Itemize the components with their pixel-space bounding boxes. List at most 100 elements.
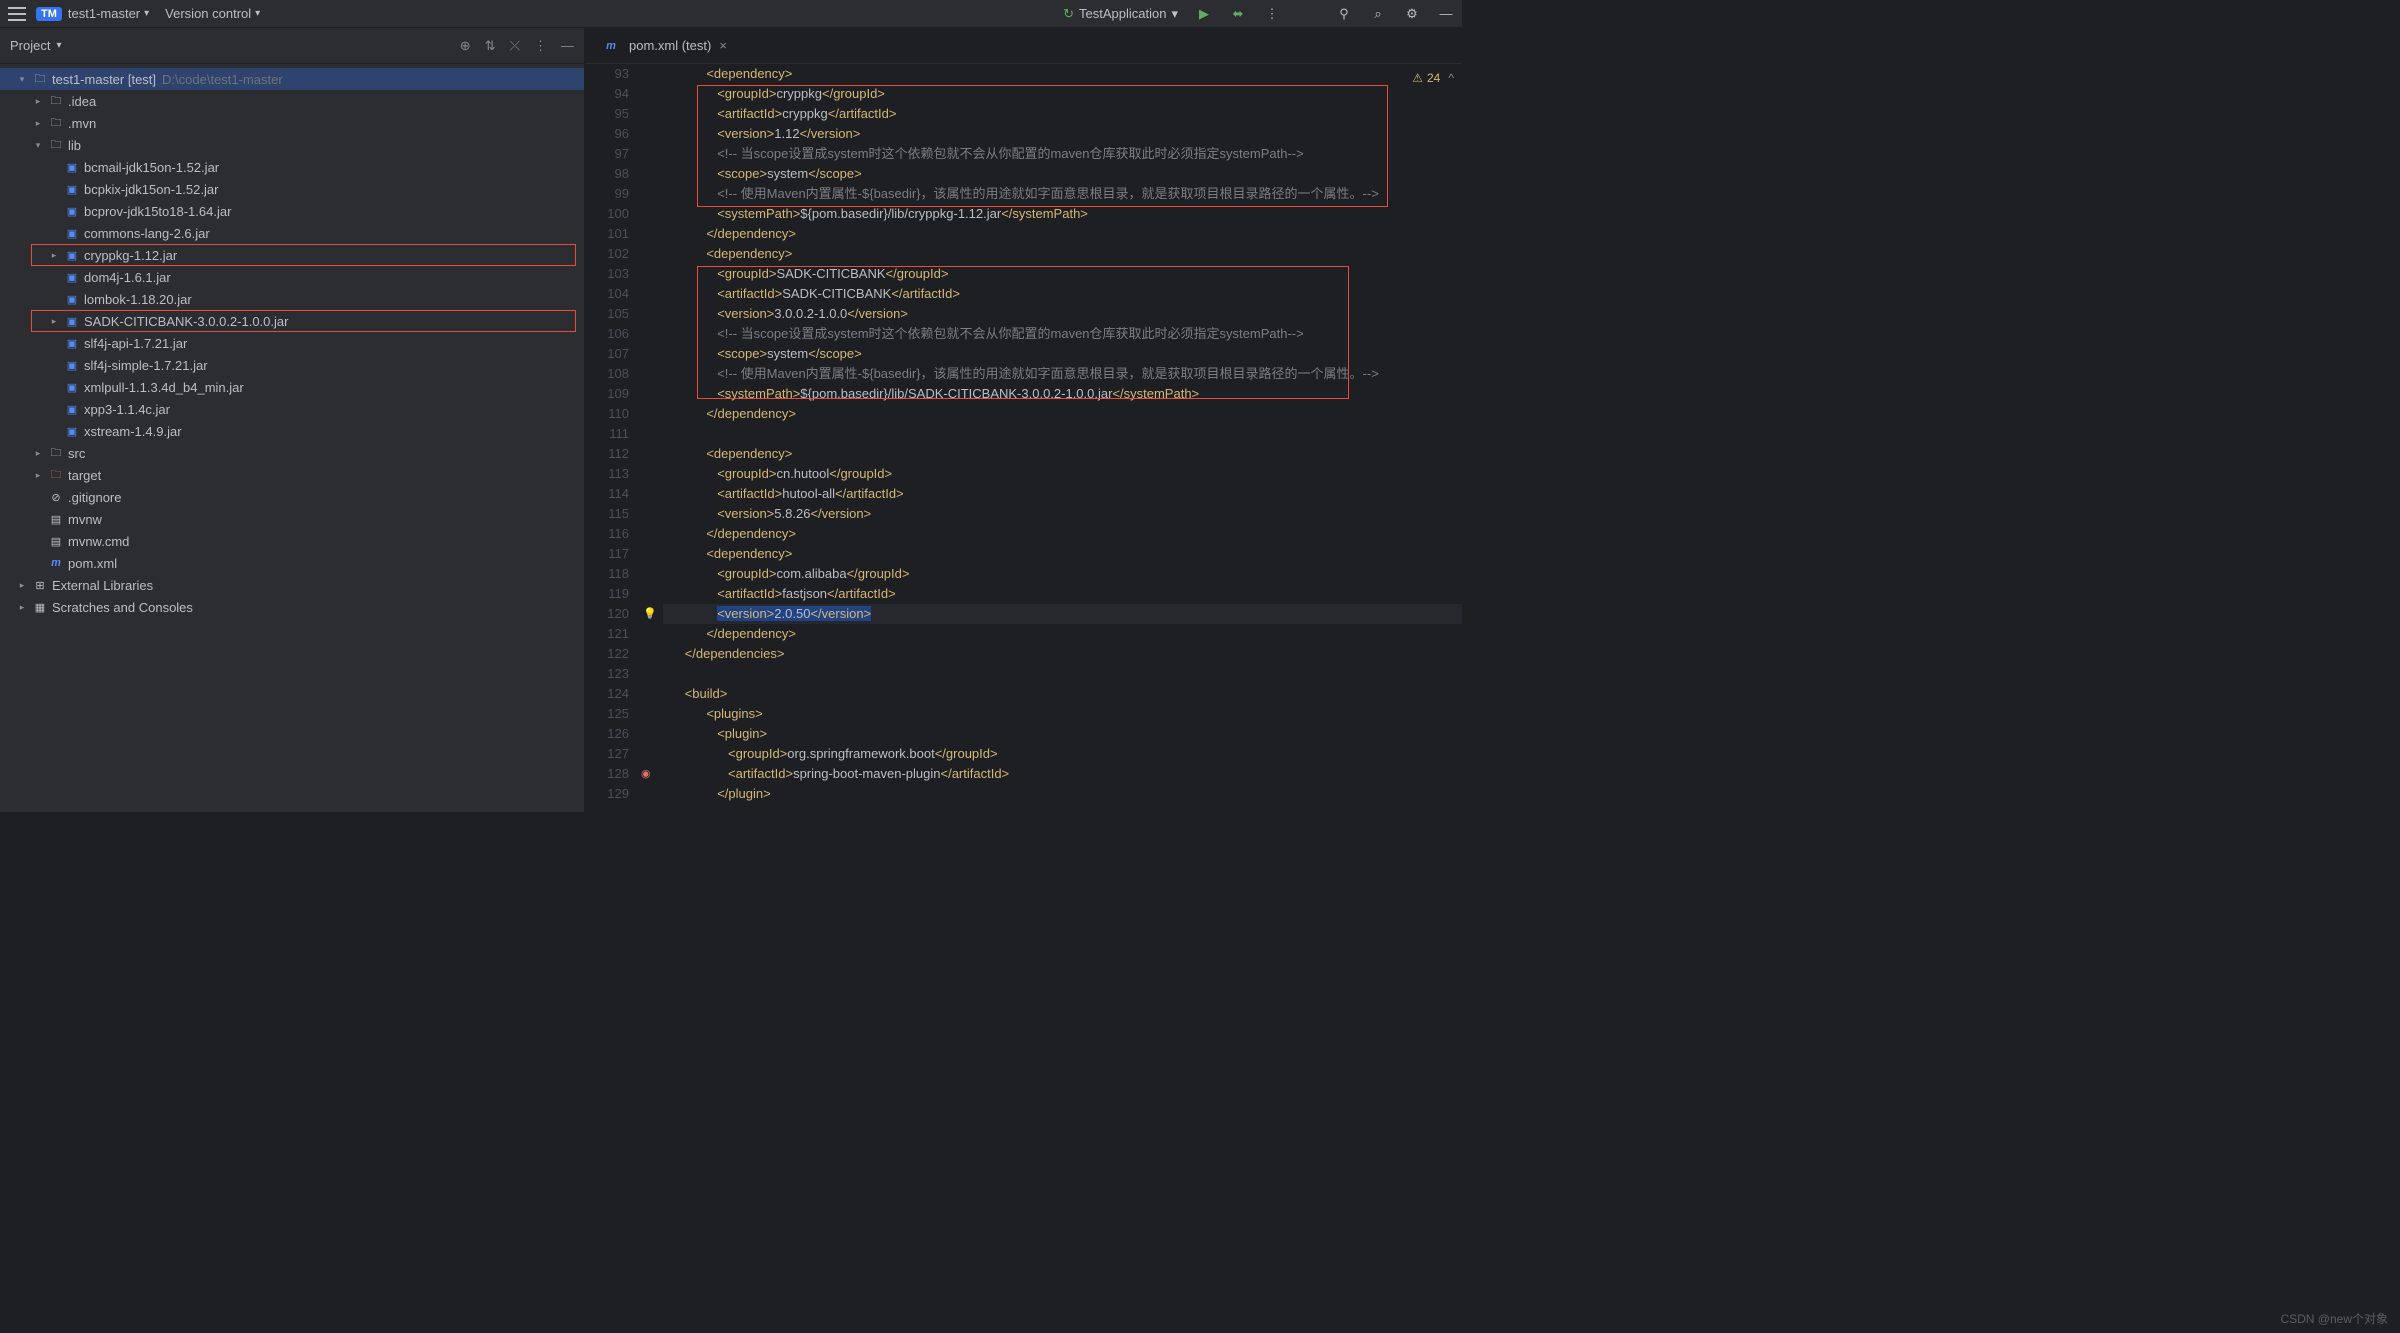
tree-file[interactable]: ▸mpom.xml (0, 552, 584, 574)
code-line[interactable]: <!-- 当scope设置成system时这个依赖包就不会从你配置的maven仓… (663, 144, 1462, 164)
more-icon[interactable]: ⋮ (1264, 6, 1280, 22)
code-line[interactable]: <groupId>SADK-CITICBANK</groupId> (663, 264, 1462, 284)
tree-file[interactable]: ▸▣cryppkg-1.12.jar (0, 244, 584, 266)
jar-icon: ▣ (64, 335, 80, 351)
select-opened-icon[interactable]: ⊕ (460, 38, 471, 54)
run-icon[interactable]: ▶ (1196, 6, 1212, 22)
tree-file[interactable]: ▸▣xpp3-1.1.4c.jar (0, 398, 584, 420)
tree-arrow-icon[interactable]: ▸ (16, 602, 28, 613)
tree-arrow-icon[interactable]: ▸ (32, 448, 44, 459)
tree-file[interactable]: ▸▣slf4j-simple-1.7.21.jar (0, 354, 584, 376)
vcs-selector[interactable]: Version control▾ (165, 6, 260, 21)
code-line[interactable]: <plugins> (663, 704, 1462, 724)
tree-file[interactable]: ▸▣xmlpull-1.1.3.4d_b4_min.jar (0, 376, 584, 398)
tree-file[interactable]: ▸▣lombok-1.18.20.jar (0, 288, 584, 310)
code-line[interactable]: </dependency> (663, 524, 1462, 544)
code-line[interactable]: <groupId>cryppkg</groupId> (663, 84, 1462, 104)
maven-icon: m (603, 38, 619, 54)
minimize-icon[interactable]: — (1438, 6, 1454, 22)
tree-folder[interactable]: ▾🗀test1-master [test]D:\code\test1-maste… (0, 68, 584, 90)
tree-file[interactable]: ▸▣dom4j-1.6.1.jar (0, 266, 584, 288)
tree-arrow-icon[interactable]: ▸ (32, 470, 44, 481)
code-line[interactable]: <artifactId>fastjson</artifactId> (663, 584, 1462, 604)
code-line[interactable]: <artifactId>cryppkg</artifactId> (663, 104, 1462, 124)
tree-arrow-icon[interactable]: ▸ (32, 118, 44, 129)
tree-arrow-icon[interactable]: ▸ (32, 96, 44, 107)
code-line[interactable]: <groupId>cn.hutool</groupId> (663, 464, 1462, 484)
code-line[interactable]: <version>3.0.0.2-1.0.0</version> (663, 304, 1462, 324)
tree-file[interactable]: ▸▣bcmail-jdk15on-1.52.jar (0, 156, 584, 178)
hide-icon[interactable]: — (561, 38, 574, 54)
gutter-marker-icon[interactable]: ◉ (641, 764, 651, 784)
code-line[interactable]: <dependency> (663, 544, 1462, 564)
tree-file[interactable]: ▸▤mvnw.cmd (0, 530, 584, 552)
code-line[interactable]: <dependency> (663, 64, 1462, 84)
code-line[interactable]: <plugin> (663, 724, 1462, 744)
code-line[interactable]: <dependency> (663, 244, 1462, 264)
code-line[interactable]: <version>1.12</version> (663, 124, 1462, 144)
code-line[interactable]: <version>5.8.26</version> (663, 504, 1462, 524)
code-line[interactable] (663, 664, 1462, 684)
options-icon[interactable]: ⋮ (534, 38, 547, 54)
editor-area: m pom.xml (test) × 939495969798991001011… (585, 28, 1462, 812)
code-with-me-icon[interactable]: ⚲ (1336, 6, 1352, 22)
tree-file[interactable]: ▸▣bcpkix-jdk15on-1.52.jar (0, 178, 584, 200)
code-line[interactable]: <!-- 使用Maven内置属性-${basedir}，该属性的用途就如字面意思… (663, 184, 1462, 204)
tree-file[interactable]: ▸▣bcprov-jdk15to18-1.64.jar (0, 200, 584, 222)
tree-folder[interactable]: ▸🗀src (0, 442, 584, 464)
tree-folder[interactable]: ▾🗀lib (0, 134, 584, 156)
debug-icon[interactable]: ⬌ (1230, 6, 1246, 22)
code-line[interactable]: <build> (663, 684, 1462, 704)
code-line[interactable]: </dependency> (663, 224, 1462, 244)
code-line[interactable]: <artifactId>hutool-all</artifactId> (663, 484, 1462, 504)
code-content[interactable]: <dependency> <groupId>cryppkg</groupId> … (663, 64, 1462, 812)
menu-icon[interactable] (8, 7, 26, 21)
code-line[interactable]: </dependency> (663, 624, 1462, 644)
code-line[interactable]: <systemPath>${pom.basedir}/lib/SADK-CITI… (663, 384, 1462, 404)
code-line[interactable]: </dependency> (663, 404, 1462, 424)
tree-arrow-icon[interactable]: ▾ (32, 140, 44, 151)
project-selector[interactable]: test1-master▾ (68, 6, 149, 21)
project-tree[interactable]: ▾🗀test1-master [test]D:\code\test1-maste… (0, 64, 584, 812)
code-line[interactable]: <systemPath>${pom.basedir}/lib/cryppkg-1… (663, 204, 1462, 224)
code-line[interactable]: <groupId>org.springframework.boot</group… (663, 744, 1462, 764)
tree-arrow-icon[interactable]: ▾ (16, 74, 28, 85)
collapse-icon[interactable]: ⤫ (510, 38, 520, 54)
tree-file[interactable]: ▸▣SADK-CITICBANK-3.0.0.2-1.0.0.jar (0, 310, 584, 332)
tree-file[interactable]: ▸▣slf4j-api-1.7.21.jar (0, 332, 584, 354)
settings-icon[interactable]: ⚙ (1404, 6, 1420, 22)
warnings-badge[interactable]: ⚠ 24 ^ (1412, 68, 1454, 88)
tree-file[interactable]: ▸▣xstream-1.4.9.jar (0, 420, 584, 442)
tree-arrow-icon[interactable]: ▸ (16, 580, 28, 591)
tree-folder[interactable]: ▸🗀.idea (0, 90, 584, 112)
code-line[interactable]: </plugin> (663, 784, 1462, 804)
tree-folder[interactable]: ▸🗀target (0, 464, 584, 486)
intention-bulb-icon[interactable]: 💡 (643, 604, 657, 624)
chevron-down-icon[interactable]: ▾ (56, 40, 61, 51)
code-line[interactable]: <!-- 使用Maven内置属性-${basedir}，该属性的用途就如字面意思… (663, 364, 1462, 384)
editor-body[interactable]: 9394959697989910010110210310410510610710… (585, 64, 1462, 812)
code-line[interactable]: <!-- 当scope设置成system时这个依赖包就不会从你配置的maven仓… (663, 324, 1462, 344)
tree-file[interactable]: ▸▣commons-lang-2.6.jar (0, 222, 584, 244)
search-icon[interactable]: ⌕ (1370, 6, 1386, 22)
code-line[interactable]: <scope>system</scope> (663, 344, 1462, 364)
run-config[interactable]: ↻ TestApplication ▾ (1063, 6, 1178, 22)
tree-folder[interactable]: ▸🗀.mvn (0, 112, 584, 134)
editor-tab[interactable]: m pom.xml (test) × (591, 28, 735, 63)
code-line[interactable]: <scope>system</scope> (663, 164, 1462, 184)
tree-file[interactable]: ▸▦Scratches and Consoles (0, 596, 584, 618)
close-icon[interactable]: × (719, 38, 727, 53)
code-line[interactable]: </dependencies> (663, 644, 1462, 664)
expand-icon[interactable]: ⇅ (485, 38, 496, 54)
tree-file[interactable]: ▸⊘.gitignore (0, 486, 584, 508)
code-line[interactable] (663, 424, 1462, 444)
tree-file[interactable]: ▸⊞External Libraries (0, 574, 584, 596)
code-line[interactable]: <version>2.0.50</version> (663, 604, 1462, 624)
tree-file[interactable]: ▸▤mvnw (0, 508, 584, 530)
tree-arrow-icon[interactable]: ▸ (48, 316, 60, 327)
code-line[interactable]: <dependency> (663, 444, 1462, 464)
code-line[interactable]: <artifactId>SADK-CITICBANK</artifactId> (663, 284, 1462, 304)
code-line[interactable]: <groupId>com.alibaba</groupId> (663, 564, 1462, 584)
tree-arrow-icon[interactable]: ▸ (48, 250, 60, 261)
code-line[interactable]: <artifactId>spring-boot-maven-plugin</ar… (663, 764, 1462, 784)
